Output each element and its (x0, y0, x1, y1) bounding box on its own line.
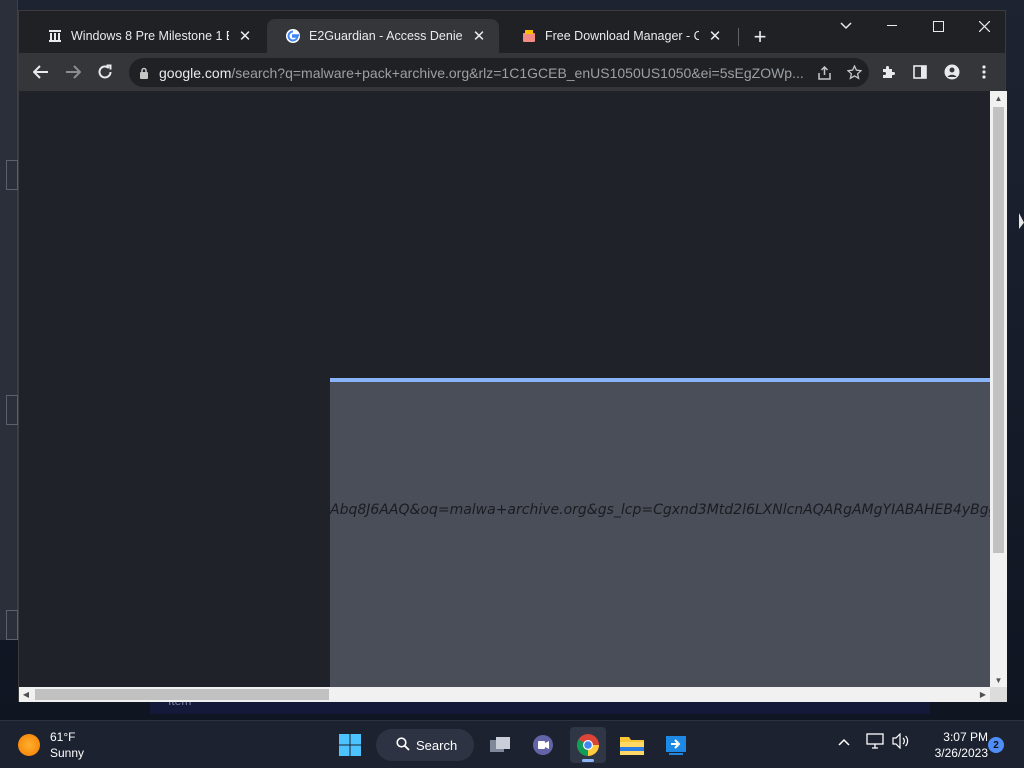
notification-badge[interactable]: 2 (988, 737, 1004, 753)
archive-org-icon (47, 28, 63, 44)
chevron-down-icon (840, 22, 852, 30)
folder-icon (620, 737, 644, 755)
horizontal-scrollbar[interactable]: ◀ ▶ (19, 687, 990, 702)
chrome-icon (577, 734, 599, 756)
minimize-icon (887, 25, 897, 26)
scroll-up-arrow[interactable]: ▲ (990, 91, 1007, 105)
minimize-button[interactable] (869, 11, 915, 41)
puzzle-icon (882, 65, 895, 78)
chat-icon (533, 735, 553, 755)
sun-icon (18, 734, 40, 756)
maximize-icon (932, 20, 944, 32)
address-bar[interactable]: google.com/search?q=malware+pack+archive… (129, 58, 869, 87)
chrome-taskbar-button[interactable] (570, 727, 606, 763)
access-denied-panel: Abq8J6AAQ&oq=malwa+archive.org&gs_lcp=Cg… (330, 378, 990, 687)
side-panel-button[interactable] (905, 58, 935, 86)
start-button[interactable] (332, 727, 368, 763)
teams-chat-button[interactable] (525, 727, 561, 763)
vertical-scrollbar[interactable]: ▲ ▼ (990, 91, 1007, 687)
weather-condition: Sunny (50, 746, 85, 760)
side-panel-icon (913, 65, 927, 79)
forward-button[interactable] (59, 58, 87, 86)
tab-title: Windows 8 Pre Milestone 1 Build (71, 29, 229, 43)
tab-title: Free Download Manager - Chrom (545, 29, 699, 43)
system-clock[interactable]: 3:07 PM 3/26/2023 (920, 729, 988, 761)
query-string-text: Abq8J6AAQ&oq=malwa+archive.org&gs_lcp=Cg… (330, 502, 990, 518)
close-icon[interactable]: ✕ (705, 26, 725, 46)
extensions-button[interactable] (873, 58, 903, 86)
weather-temperature: 61°F (50, 730, 76, 744)
maximize-button[interactable] (915, 11, 961, 41)
active-indicator (582, 759, 594, 762)
tab-strip: Windows 8 Pre Milestone 1 Build ✕ E2Guar… (19, 11, 1005, 53)
kebab-menu-icon (982, 65, 986, 79)
horizontal-scroll-thumb[interactable] (35, 689, 329, 700)
network-icon[interactable] (866, 733, 884, 752)
scroll-right-arrow[interactable]: ▶ (976, 687, 990, 702)
tab-search-button[interactable] (823, 11, 869, 41)
task-view-button[interactable] (482, 727, 518, 763)
clock-date: 3/26/2023 (934, 746, 988, 760)
address-url[interactable]: google.com/search?q=malware+pack+archive… (159, 65, 809, 81)
reload-icon (98, 64, 112, 79)
search-label: Search (416, 737, 458, 753)
search-icon (396, 736, 410, 754)
close-icon[interactable]: ✕ (235, 26, 255, 46)
windows-logo-icon (339, 734, 361, 756)
new-tab-button[interactable]: + (746, 24, 774, 50)
fdm-icon (521, 28, 537, 44)
close-window-button[interactable] (961, 11, 1007, 41)
menu-button[interactable] (969, 58, 999, 86)
scroll-down-arrow[interactable]: ▼ (990, 673, 1007, 687)
taskbar-search[interactable]: Search (376, 729, 474, 761)
browser-toolbar: google.com/search?q=malware+pack+archive… (19, 53, 1005, 91)
file-explorer-button[interactable] (614, 727, 650, 763)
url-host: google.com (159, 64, 232, 81)
background-window (0, 0, 18, 640)
remote-desktop-icon (666, 736, 686, 755)
arrow-left-icon (33, 65, 48, 79)
tab-archive[interactable]: Windows 8 Pre Milestone 1 Build ✕ (29, 19, 265, 53)
vertical-scroll-thumb[interactable] (993, 107, 1004, 553)
close-icon[interactable]: ✕ (469, 26, 489, 46)
page-viewport: Abq8J6AAQ&oq=malwa+archive.org&gs_lcp=Cg… (19, 91, 990, 687)
google-icon (285, 28, 301, 44)
tab-separator (738, 28, 739, 46)
url-path: /search?q=malware+pack+archive.org&rlz=1… (231, 64, 804, 81)
chevron-up-icon[interactable] (838, 733, 850, 749)
tab-title: E2Guardian - Access Denied (309, 29, 463, 43)
share-icon[interactable] (809, 58, 839, 87)
bookmark-star-icon[interactable] (839, 58, 869, 87)
scroll-left-arrow[interactable]: ◀ (19, 687, 33, 702)
remote-app-button[interactable] (658, 727, 694, 763)
tab-e2guardian[interactable]: E2Guardian - Access Denied ✕ (267, 19, 499, 53)
taskbar: 61°F Sunny Search 3:07 PM 3/26/2023 2 (0, 720, 1024, 768)
profile-button[interactable] (937, 58, 967, 86)
reload-button[interactable] (91, 58, 119, 86)
lock-icon[interactable] (129, 67, 159, 79)
weather-widget[interactable]: 61°F Sunny (18, 729, 84, 761)
clock-time: 3:07 PM (943, 730, 988, 744)
task-view-icon (490, 737, 510, 752)
scrollbar-corner (990, 687, 1007, 702)
back-button[interactable] (27, 58, 55, 86)
browser-window: Windows 8 Pre Milestone 1 Build ✕ E2Guar… (18, 10, 1007, 702)
close-icon (978, 20, 990, 32)
arrow-right-icon (66, 65, 81, 79)
volume-icon[interactable] (892, 732, 910, 752)
tab-fdm[interactable]: Free Download Manager - Chrom ✕ (503, 19, 735, 53)
profile-icon (944, 64, 960, 80)
